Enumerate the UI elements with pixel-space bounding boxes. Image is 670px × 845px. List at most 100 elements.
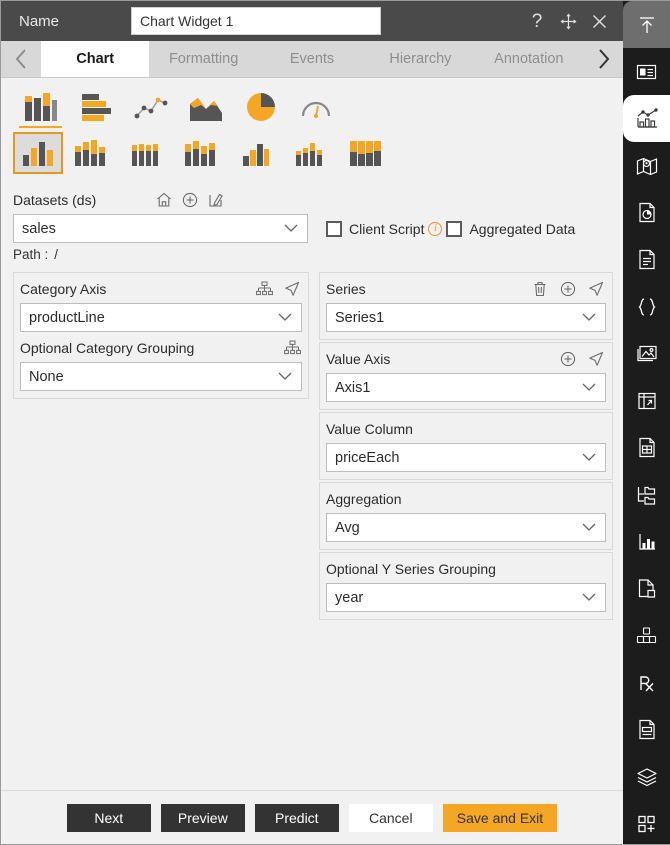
chart-widget-dialog: Name ?	[0, 0, 670, 845]
navigate-cursor-icon[interactable]	[282, 279, 302, 299]
category-grouping-select[interactable]: None	[20, 362, 302, 391]
next-button-label: Next	[94, 809, 124, 826]
aggregation-select[interactable]: Avg	[326, 513, 606, 542]
stacked-column-icon[interactable]	[63, 133, 118, 173]
series-select[interactable]: Series1	[326, 303, 606, 332]
datasets-controls: sales Client Script i Aggregated Data	[13, 214, 611, 243]
value-axis-value: Axis1	[335, 379, 371, 396]
area-chart-icon[interactable]	[178, 87, 233, 127]
category-axis-icons	[254, 279, 302, 299]
stacked-grouped-column-icon[interactable]	[173, 133, 228, 173]
bar-graph-icon[interactable]	[623, 518, 670, 565]
trash-icon[interactable]	[530, 279, 550, 299]
move-icon[interactable]	[558, 11, 578, 31]
tabs-prev-arrow[interactable]	[1, 41, 41, 77]
value-column-select[interactable]: priceEach	[326, 443, 606, 472]
json-braces-icon[interactable]	[623, 283, 670, 330]
image-gallery-icon[interactable]	[623, 330, 670, 377]
client-script-label: Client Script	[349, 220, 425, 237]
cancel-button-label: Cancel	[369, 809, 413, 826]
data-sheet-icon[interactable]	[623, 424, 670, 471]
path-value: /	[54, 247, 59, 262]
y-series-grouping-select[interactable]: year	[326, 583, 606, 612]
chart-type-row-variants	[1, 127, 623, 175]
client-script-checkbox-group: Client Script i	[326, 220, 446, 237]
report-pie-icon[interactable]	[623, 189, 670, 236]
category-grouping-icons	[282, 338, 302, 358]
gauge-chart-icon[interactable]	[288, 87, 343, 127]
dataset-path-row: Path : /	[13, 247, 611, 262]
save-and-exit-button[interactable]: Save and Exit	[442, 803, 558, 832]
footer-button-bar: Next Preview Predict Cancel Save and Exi…	[1, 790, 623, 844]
edit-pencil-icon[interactable]	[206, 190, 226, 210]
tab-events[interactable]: Events	[257, 41, 367, 77]
hierarchy-tree-icon[interactable]	[254, 279, 274, 299]
tabs-next-arrow[interactable]	[583, 41, 624, 77]
overlapped-column-icon[interactable]	[228, 133, 283, 173]
scatter-line-chart-icon[interactable]	[123, 87, 178, 127]
form-document-icon[interactable]	[623, 706, 670, 753]
value-column-header: Value Column	[326, 418, 606, 440]
copy-page-icon[interactable]	[623, 565, 670, 612]
series-column: Series Series1 Value Axis Axis1 Value Co…	[319, 272, 623, 790]
document-icon[interactable]	[623, 236, 670, 283]
series-panel: Series Series1	[319, 272, 613, 340]
chevron-down-icon	[581, 520, 597, 536]
aggregated-data-checkbox[interactable]	[446, 220, 463, 237]
mixed-column-icon[interactable]	[283, 133, 338, 173]
chevron-down-icon	[581, 450, 597, 466]
cancel-button[interactable]: Cancel	[348, 803, 433, 832]
chevron-down-icon	[277, 369, 293, 385]
series-value: Series1	[335, 309, 385, 326]
clustered-column-icon[interactable]	[13, 131, 63, 174]
dataset-select[interactable]: sales	[13, 214, 308, 243]
preview-button-label: Preview	[177, 809, 228, 826]
value-axis-select[interactable]: Axis1	[326, 373, 606, 402]
y-series-grouping-title: Optional Y Series Grouping	[326, 561, 496, 577]
plus-circle-icon[interactable]	[180, 190, 200, 210]
plus-circle-icon[interactable]	[558, 349, 578, 369]
layers-icon[interactable]	[623, 753, 670, 800]
tab-hierarchy[interactable]: Hierarchy	[366, 41, 475, 77]
datasets-header: Datasets (ds)	[13, 189, 611, 211]
tab-formatting[interactable]: Formatting	[149, 41, 258, 77]
navigate-cursor-icon[interactable]	[586, 349, 606, 369]
tree-folder-icon[interactable]	[623, 471, 670, 518]
next-button[interactable]: Next	[66, 803, 151, 832]
predict-button[interactable]: Predict	[254, 803, 339, 832]
aggregated-data-checkbox-group: Aggregated Data	[446, 220, 575, 237]
full-stacked-column-icon[interactable]	[338, 133, 393, 173]
widget-panel-icon[interactable]	[623, 48, 670, 95]
client-script-checkbox[interactable]	[326, 220, 342, 237]
tab-annotation-label: Annotation	[494, 51, 564, 67]
close-icon[interactable]	[589, 11, 609, 31]
chevron-down-icon	[283, 221, 299, 237]
series-header: Series	[326, 278, 606, 300]
bar-chart-icon[interactable]	[68, 87, 123, 127]
home-icon[interactable]	[154, 190, 174, 210]
add-widget-grid-icon[interactable]	[623, 800, 670, 845]
cubes-icon[interactable]	[623, 612, 670, 659]
chart-widget-icon[interactable]	[623, 95, 670, 142]
stacked-column-100-icon[interactable]	[118, 133, 173, 173]
widget-name-input[interactable]	[131, 7, 381, 35]
pie-chart-icon[interactable]	[233, 87, 288, 127]
column-chart-icon[interactable]	[13, 87, 68, 128]
tab-chart[interactable]: Chart	[41, 41, 150, 77]
category-axis-panel: Category Axis productLine Optional Categ…	[13, 272, 309, 399]
info-icon[interactable]: i	[428, 221, 443, 236]
map-widget-icon[interactable]	[623, 142, 670, 189]
preview-button[interactable]: Preview	[160, 803, 245, 832]
hierarchy-tree-icon[interactable]	[282, 338, 302, 358]
navigate-cursor-icon[interactable]	[586, 279, 606, 299]
tab-annotation[interactable]: Annotation	[474, 41, 584, 77]
datasets-section: Datasets (ds) sales Client Script i Aggr…	[1, 181, 623, 262]
collapse-up-icon[interactable]	[623, 1, 670, 48]
category-axis-select[interactable]: productLine	[20, 303, 302, 332]
dialog-body: Name ?	[1, 1, 624, 844]
tab-formatting-label: Formatting	[168, 51, 239, 67]
prescription-rx-icon[interactable]	[623, 659, 670, 706]
layout-panel-icon[interactable]	[623, 377, 670, 424]
plus-circle-icon[interactable]	[558, 279, 578, 299]
question-mark-icon[interactable]: ?	[527, 11, 547, 31]
